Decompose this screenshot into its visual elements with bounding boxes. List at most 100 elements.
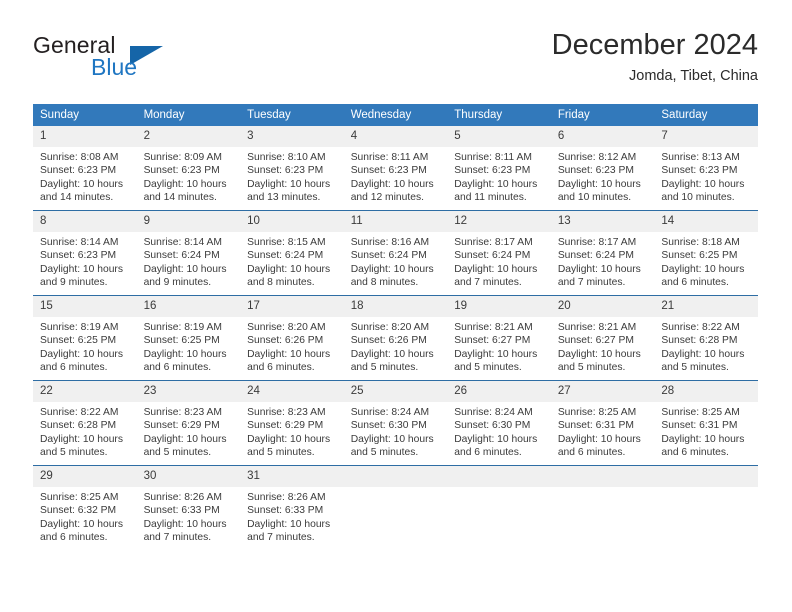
calendar-day-cell[interactable]: 15 Sunrise: 8:19 AM Sunset: 6:25 PM Dayligh… [33,295,137,381]
calendar-day-cell[interactable]: 6 Sunrise: 8:12 AM Sunset: 6:23 PM Daylight… [550,126,655,211]
calendar-day-cell[interactable]: 26 Sunrise: 8:24 AM Sunset: 6:30 PM Dayligh… [447,380,551,466]
calendar-day-cell[interactable]: 5 Sunrise: 8:11 AM Sunset: 6:23 PM Daylight… [447,126,551,211]
sunrise-text: Sunrise: 8:19 AM [143,322,222,333]
calendar-day-cell[interactable]: 24 Sunrise: 8:23 AM Sunset: 6:29 PM Dayligh… [240,380,344,466]
daylight-text: Daylight: 10 hours and 7 minutes. [557,263,641,288]
day-details [447,487,551,491]
daylight-text: Daylight: 10 hours and 6 minutes. [40,348,123,373]
day-number: 18 [343,296,448,317]
calendar-day-cell[interactable]: 23 Sunrise: 8:23 AM Sunset: 6:29 PM Dayligh… [136,380,241,466]
day-details [551,487,655,491]
day-cell-inner: 25 Sunrise: 8:24 AM Sunset: 6:30 PM Dayligh… [343,381,448,465]
calendar-day-cell[interactable]: 27 Sunrise: 8:25 AM Sunset: 6:31 PM Dayligh… [550,380,655,466]
calendar-day-cell[interactable]: 7 Sunrise: 8:13 AM Sunset: 6:23 PM Daylight… [654,126,758,211]
day-cell-inner: 15 Sunrise: 8:19 AM Sunset: 6:25 PM Dayligh… [33,296,137,380]
calendar-day-cell[interactable]: 3 Sunrise: 8:10 AM Sunset: 6:23 PM Daylight… [240,126,344,211]
daylight-text: Daylight: 10 hours and 6 minutes. [661,263,745,288]
general-blue-logo: General Blue [33,32,233,84]
sunset-text: Sunset: 6:25 PM [661,250,738,262]
day-number: 8 [33,211,137,232]
calendar-day-cell[interactable]: 21 Sunrise: 8:22 AM Sunset: 6:28 PM Dayligh… [654,295,758,381]
day-number: 6 [550,126,655,147]
day-cell-inner: 30 Sunrise: 8:26 AM Sunset: 6:33 PM Dayligh… [136,466,241,550]
calendar-day-cell[interactable]: 19 Sunrise: 8:21 AM Sunset: 6:27 PM Dayligh… [447,295,551,381]
daylight-text: Daylight: 10 hours and 5 minutes. [143,433,227,458]
day-cell-inner [343,466,448,550]
sunrise-text: Sunrise: 8:12 AM [557,152,637,163]
day-number: 11 [343,211,448,232]
sunrise-text: Sunrise: 8:14 AM [40,237,119,248]
calendar-day-cell[interactable]: 2 Sunrise: 8:09 AM Sunset: 6:23 PM Daylight… [136,126,241,211]
sunrise-text: Sunrise: 8:16 AM [350,237,430,248]
day-details: Sunrise: 8:24 AM Sunset: 6:30 PM Daylight:… [447,402,551,459]
weekday-header-friday: Friday [550,104,655,126]
calendar-day-cell[interactable]: 17 Sunrise: 8:20 AM Sunset: 6:26 PM Dayligh… [240,295,344,381]
sunset-text: Sunset: 6:31 PM [661,420,738,432]
day-details: Sunrise: 8:26 AM Sunset: 6:33 PM Daylight:… [137,487,241,544]
logo-text-blue: Blue [91,54,138,80]
day-number [550,466,655,487]
day-cell-inner: 17 Sunrise: 8:20 AM Sunset: 6:26 PM Dayligh… [240,296,344,380]
calendar-day-cell[interactable]: 16 Sunrise: 8:19 AM Sunset: 6:25 PM Dayligh… [136,295,241,381]
sunrise-text: Sunrise: 8:25 AM [557,407,637,418]
day-details: Sunrise: 8:22 AM Sunset: 6:28 PM Daylight:… [654,317,758,374]
sunset-text: Sunset: 6:24 PM [143,250,220,262]
day-details: Sunrise: 8:18 AM Sunset: 6:25 PM Daylight:… [654,232,758,289]
day-details: Sunrise: 8:17 AM Sunset: 6:24 PM Daylight:… [551,232,655,289]
calendar-day-cell-empty [343,465,448,550]
calendar-day-cell[interactable]: 11 Sunrise: 8:16 AM Sunset: 6:24 PM Dayligh… [343,210,448,296]
daylight-text: Daylight: 10 hours and 7 minutes. [143,518,227,543]
day-details: Sunrise: 8:11 AM Sunset: 6:23 PM Daylight:… [344,147,448,204]
page-subtitle-location: Jomda, Tibet, China [629,68,758,84]
day-details: Sunrise: 8:17 AM Sunset: 6:24 PM Daylight:… [447,232,551,289]
title-block: December 2024 Jomda, Tibet, China [552,28,758,87]
day-cell-inner: 21 Sunrise: 8:22 AM Sunset: 6:28 PM Dayligh… [654,296,758,380]
day-details: Sunrise: 8:19 AM Sunset: 6:25 PM Daylight:… [137,317,241,374]
day-cell-inner: 16 Sunrise: 8:19 AM Sunset: 6:25 PM Dayligh… [136,296,241,380]
sunrise-text: Sunrise: 8:21 AM [454,322,533,333]
daylight-text: Daylight: 10 hours and 9 minutes. [143,263,227,288]
calendar-day-cell[interactable]: 31 Sunrise: 8:26 AM Sunset: 6:33 PM Dayligh… [240,465,344,550]
sunrise-text: Sunrise: 8:22 AM [40,407,119,418]
day-number: 16 [136,296,241,317]
calendar-day-cell[interactable]: 29 Sunrise: 8:25 AM Sunset: 6:32 PM Dayligh… [33,465,137,550]
day-cell-inner: 4 Sunrise: 8:11 AM Sunset: 6:23 PM Daylight… [343,126,448,210]
daylight-text: Daylight: 10 hours and 6 minutes. [454,433,538,458]
day-cell-inner: 28 Sunrise: 8:25 AM Sunset: 6:31 PM Dayligh… [654,381,758,465]
day-number: 27 [550,381,655,402]
calendar-day-cell[interactable]: 14 Sunrise: 8:18 AM Sunset: 6:25 PM Dayligh… [654,210,758,296]
day-number: 4 [343,126,448,147]
calendar-day-cell[interactable]: 10 Sunrise: 8:15 AM Sunset: 6:24 PM Dayligh… [240,210,344,296]
day-cell-inner: 14 Sunrise: 8:18 AM Sunset: 6:25 PM Dayligh… [654,211,758,295]
calendar-day-cell[interactable]: 9 Sunrise: 8:14 AM Sunset: 6:24 PM Daylight… [136,210,241,296]
daylight-text: Daylight: 10 hours and 12 minutes. [350,178,434,203]
calendar-day-cell[interactable]: 12 Sunrise: 8:17 AM Sunset: 6:24 PM Dayligh… [447,210,551,296]
calendar-day-cell[interactable]: 18 Sunrise: 8:20 AM Sunset: 6:26 PM Dayligh… [343,295,448,381]
day-number: 23 [136,381,241,402]
calendar-day-cell[interactable]: 4 Sunrise: 8:11 AM Sunset: 6:23 PM Daylight… [343,126,448,211]
day-cell-inner: 18 Sunrise: 8:20 AM Sunset: 6:26 PM Dayligh… [343,296,448,380]
day-number: 24 [240,381,344,402]
calendar-day-cell[interactable]: 20 Sunrise: 8:21 AM Sunset: 6:27 PM Dayligh… [550,295,655,381]
calendar-page: General Blue December 2024 Jomda, Tibet,… [0,0,792,612]
calendar-day-cell[interactable]: 1 Sunrise: 8:08 AM Sunset: 6:23 PM Daylight… [33,126,137,211]
day-number: 14 [654,211,758,232]
calendar-day-cell[interactable]: 13 Sunrise: 8:17 AM Sunset: 6:24 PM Dayligh… [550,210,655,296]
sunrise-text: Sunrise: 8:23 AM [143,407,222,418]
sunrise-text: Sunrise: 8:19 AM [40,322,119,333]
sunset-text: Sunset: 6:29 PM [143,420,220,432]
sunrise-text: Sunrise: 8:10 AM [247,152,326,163]
sunset-text: Sunset: 6:25 PM [40,335,117,347]
calendar-body: 1 Sunrise: 8:08 AM Sunset: 6:23 PM Daylight… [33,126,758,550]
calendar-day-cell[interactable]: 25 Sunrise: 8:24 AM Sunset: 6:30 PM Dayligh… [343,380,448,466]
calendar-day-cell[interactable]: 22 Sunrise: 8:22 AM Sunset: 6:28 PM Dayligh… [33,380,137,466]
day-number [343,466,448,487]
day-number: 10 [240,211,344,232]
calendar-day-cell[interactable]: 28 Sunrise: 8:25 AM Sunset: 6:31 PM Dayligh… [654,380,758,466]
calendar-day-cell[interactable]: 30 Sunrise: 8:26 AM Sunset: 6:33 PM Dayligh… [136,465,241,550]
daylight-text: Daylight: 10 hours and 6 minutes. [661,433,745,458]
calendar-week-row: 8 Sunrise: 8:14 AM Sunset: 6:23 PM Daylight… [33,210,758,296]
day-cell-inner: 27 Sunrise: 8:25 AM Sunset: 6:31 PM Dayligh… [550,381,655,465]
day-cell-inner: 29 Sunrise: 8:25 AM Sunset: 6:32 PM Dayligh… [33,466,137,550]
calendar-day-cell[interactable]: 8 Sunrise: 8:14 AM Sunset: 6:23 PM Daylight… [33,210,137,296]
